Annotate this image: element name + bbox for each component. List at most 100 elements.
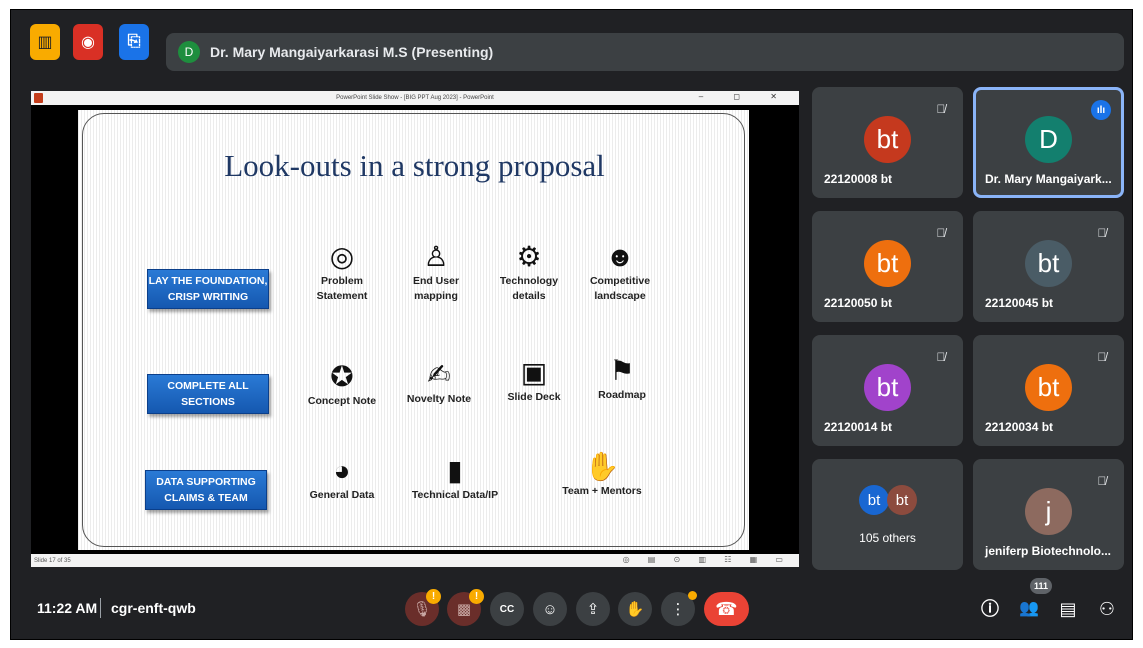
save-icon[interactable]: ⎘ — [119, 24, 149, 60]
avatar: bt — [1025, 364, 1072, 411]
warning-icon: ! — [426, 589, 441, 604]
participant-name: Dr. Mary Mangaiyark... — [985, 172, 1112, 186]
ppt-window-title: PowerPoint Slide Show - [BIG PPT Aug 202… — [336, 95, 494, 101]
item-technology-details: ⚙ Technology details — [484, 240, 574, 304]
row-label-foundation: LAY THE FOUNDATION, CRISP WRITING — [147, 269, 269, 309]
ppt-statusbar: Slide 17 of 35 ◎ ▤ ⊙ ▥ ☷ ▦ ▭ — [31, 554, 799, 567]
activities-icon[interactable]: ⚇ — [1096, 598, 1118, 620]
row-label-data: DATA SUPPORTING CLAIMS & TEAM — [145, 470, 267, 510]
chat-icon[interactable]: ▤ — [1057, 598, 1079, 620]
others-count: 105 others — [859, 531, 916, 545]
item-label: Novelty Note — [406, 393, 472, 405]
item-novelty-note: ✍ Novelty Note — [394, 358, 484, 407]
info-icon[interactable]: ⓘ — [979, 598, 1001, 620]
item-label: Problem Statement — [316, 275, 368, 302]
captions-icon: CC — [499, 603, 515, 615]
row-label-sections: COMPLETE ALL SECTIONS — [147, 374, 269, 414]
item-concept-note: ✪ Concept Note — [297, 360, 387, 409]
item-label: Concept Note — [307, 395, 377, 407]
item-label: Competitive landscape — [589, 275, 651, 302]
shared-screen: PowerPoint Slide Show - [BIG PPT Aug 202… — [31, 91, 799, 567]
item-competitive-landscape: ☻ Competitive landscape — [575, 240, 665, 304]
participant-tile[interactable]: bt 🎙̸ 22120045 bt — [973, 211, 1124, 322]
more-icon: ⋮ — [670, 601, 686, 618]
participant-tile[interactable]: bt 🎙̸ 22120050 bt — [812, 211, 963, 322]
head-icon: ✪ — [330, 361, 354, 392]
chart-board-icon: ◕ — [333, 455, 351, 486]
item-label: Roadmap — [598, 389, 646, 401]
item-end-user-mapping: ♙ End User mapping — [391, 240, 481, 304]
record-icon[interactable]: ◉ — [73, 24, 103, 60]
captions-button[interactable]: CC — [490, 592, 524, 626]
user-icon: ♙ — [423, 241, 449, 272]
hangup-icon: ☎ — [715, 598, 738, 619]
participant-tile[interactable]: bt 🎙̸ 22120034 bt — [973, 335, 1124, 446]
participant-tile-active[interactable]: D ılı Dr. Mary Mangaiyark... — [973, 87, 1124, 198]
hand-icon: ✋ — [625, 601, 645, 618]
people-icon[interactable]: 👥 — [1018, 598, 1040, 620]
leave-call-button[interactable]: ☎ — [704, 592, 749, 626]
slide-counter: Slide 17 of 35 — [34, 557, 71, 564]
notification-dot — [688, 591, 697, 600]
mic-off-icon: 🎙̸ — [1097, 474, 1107, 488]
emoji-button[interactable]: ☺ — [533, 592, 567, 626]
item-label: End User mapping — [412, 275, 460, 302]
view-controls[interactable]: ◎ ▤ ⊙ ▥ ☷ ▦ ▭ — [623, 555, 791, 564]
presenter-avatar: D — [178, 41, 200, 63]
item-general-data: ◕ General Data — [297, 454, 387, 503]
ppt-titlebar: PowerPoint Slide Show - [BIG PPT Aug 202… — [31, 91, 799, 105]
person-icon: ✍ — [427, 359, 451, 390]
raise-hand-button[interactable]: ✋ — [618, 592, 652, 626]
participant-name: 22120050 bt — [824, 296, 893, 310]
participant-name: 22120008 bt — [824, 172, 893, 186]
avatar: bt — [859, 485, 889, 515]
item-roadmap: ⚑ Roadmap — [577, 354, 667, 403]
participant-tile[interactable]: bt 🎙̸ 22120014 bt — [812, 335, 963, 446]
presenting-label: Dr. Mary Mangaiyarkarasi M.S (Presenting… — [210, 44, 494, 60]
present-icon: ⇪ — [586, 601, 600, 618]
signpost-icon: ⚑ — [609, 355, 635, 386]
participant-name: 22120034 bt — [985, 420, 1054, 434]
team-icon: ✋ — [584, 451, 620, 482]
slide: Look-outs in a strong proposal LAY THE F… — [78, 110, 749, 550]
mic-off-icon: 🎙̸ — [936, 350, 946, 364]
mic-off-icon: 🎙̸ — [936, 102, 946, 116]
participant-tile[interactable]: j 🎙̸ jeniferp Biotechnolo... — [973, 459, 1124, 570]
others-tile[interactable]: bt bt 105 others — [812, 459, 963, 570]
avatar: bt — [864, 116, 911, 163]
item-slide-deck: ▣ Slide Deck — [489, 356, 579, 405]
group-icon: ☻ — [605, 241, 635, 272]
robot-icon: ⚙ — [516, 241, 542, 272]
item-problem-statement: ◎ Problem Statement — [297, 240, 387, 304]
avatar: bt — [864, 240, 911, 287]
slide-title: Look-outs in a strong proposal — [224, 148, 605, 183]
avatar: D — [1025, 116, 1072, 163]
item-label: General Data — [309, 489, 375, 501]
meeting-code: cgr-enft-qwb — [111, 600, 196, 616]
clock: 11:22 AM — [37, 600, 98, 616]
participant-name: 22120045 bt — [985, 296, 1054, 310]
presenting-bar: D Dr. Mary Mangaiyarkarasi M.S (Presenti… — [166, 33, 1124, 71]
item-label: Team + Mentors — [562, 485, 642, 497]
mic-off-icon: 🎙̸ — [936, 226, 946, 240]
item-label: Technical Data/IP — [411, 489, 499, 501]
speaking-icon: ılı — [1091, 100, 1111, 120]
mic-off-icon: 🎙̸ — [1097, 226, 1107, 240]
participant-name: 22120014 bt — [824, 420, 893, 434]
avatar: bt — [864, 364, 911, 411]
bar-chart-icon: ▮ — [447, 455, 463, 486]
divider — [100, 598, 101, 618]
item-team-mentors: ✋ Team + Mentors — [547, 450, 657, 499]
target-icon: ◎ — [329, 241, 355, 272]
avatar: j — [1025, 488, 1072, 535]
avatar: bt — [887, 485, 917, 515]
item-label: Technology details — [499, 275, 559, 302]
participant-tile[interactable]: bt 🎙̸ 22120008 bt — [812, 87, 963, 198]
mic-off-icon: 🎙̸ — [1097, 350, 1107, 364]
avatar: bt — [1025, 240, 1072, 287]
present-button[interactable]: ⇪ — [576, 592, 610, 626]
warning-icon: ! — [469, 589, 484, 604]
slide-border: Look-outs in a strong proposal LAY THE F… — [82, 113, 745, 547]
companion-icon[interactable]: ▥ — [30, 24, 60, 60]
powerpoint-icon — [34, 93, 43, 103]
